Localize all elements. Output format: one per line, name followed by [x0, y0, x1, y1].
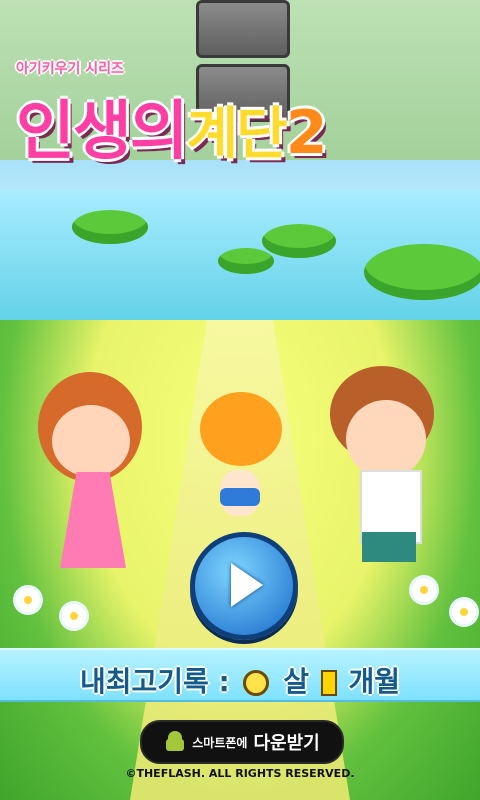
record-age-unit: 살 [283, 665, 309, 698]
record-month-unit: 개월 [348, 665, 401, 698]
floating-island [262, 224, 336, 269]
best-record: 내최고기록 : 살 개월 [0, 660, 480, 700]
flower [62, 604, 86, 628]
download-button[interactable]: 스마트폰에 다운받기 [140, 720, 344, 764]
play-icon [231, 563, 263, 607]
floating-island [364, 244, 480, 317]
boy-pants [362, 532, 416, 562]
copyright-text: ©THEFLASH. ALL RIGHTS RESERVED. [125, 767, 355, 780]
play-button[interactable] [190, 532, 298, 640]
baby-head [200, 392, 282, 466]
month-counter-icon [320, 670, 337, 696]
game-scene: 아기키우기 시리즈 인생의계단2 내최고기록 : 살 개월 스마트폰에 다운받기 [0, 0, 480, 800]
stone-step [196, 0, 290, 58]
series-label: 아기키우기 시리즈 [16, 61, 124, 77]
flower [452, 600, 476, 624]
record-label: 내최고기록 : [79, 665, 230, 698]
girl-face [52, 405, 130, 477]
flower [412, 578, 436, 602]
game-logo: 인생의계단2 [16, 80, 328, 172]
download-label: 다운받기 [253, 733, 320, 754]
flower [16, 588, 40, 612]
logo-word-2: 계단 [186, 102, 288, 167]
floating-island [72, 210, 148, 255]
age-counter-icon [243, 670, 270, 696]
boy-face [346, 400, 426, 478]
floating-island [218, 248, 274, 282]
download-prefix: 스마트폰에 [192, 735, 248, 750]
baby-diaper [220, 488, 260, 506]
android-icon [164, 731, 186, 753]
logo-number: 2 [285, 98, 328, 168]
logo-word-1: 인생의 [16, 95, 189, 169]
